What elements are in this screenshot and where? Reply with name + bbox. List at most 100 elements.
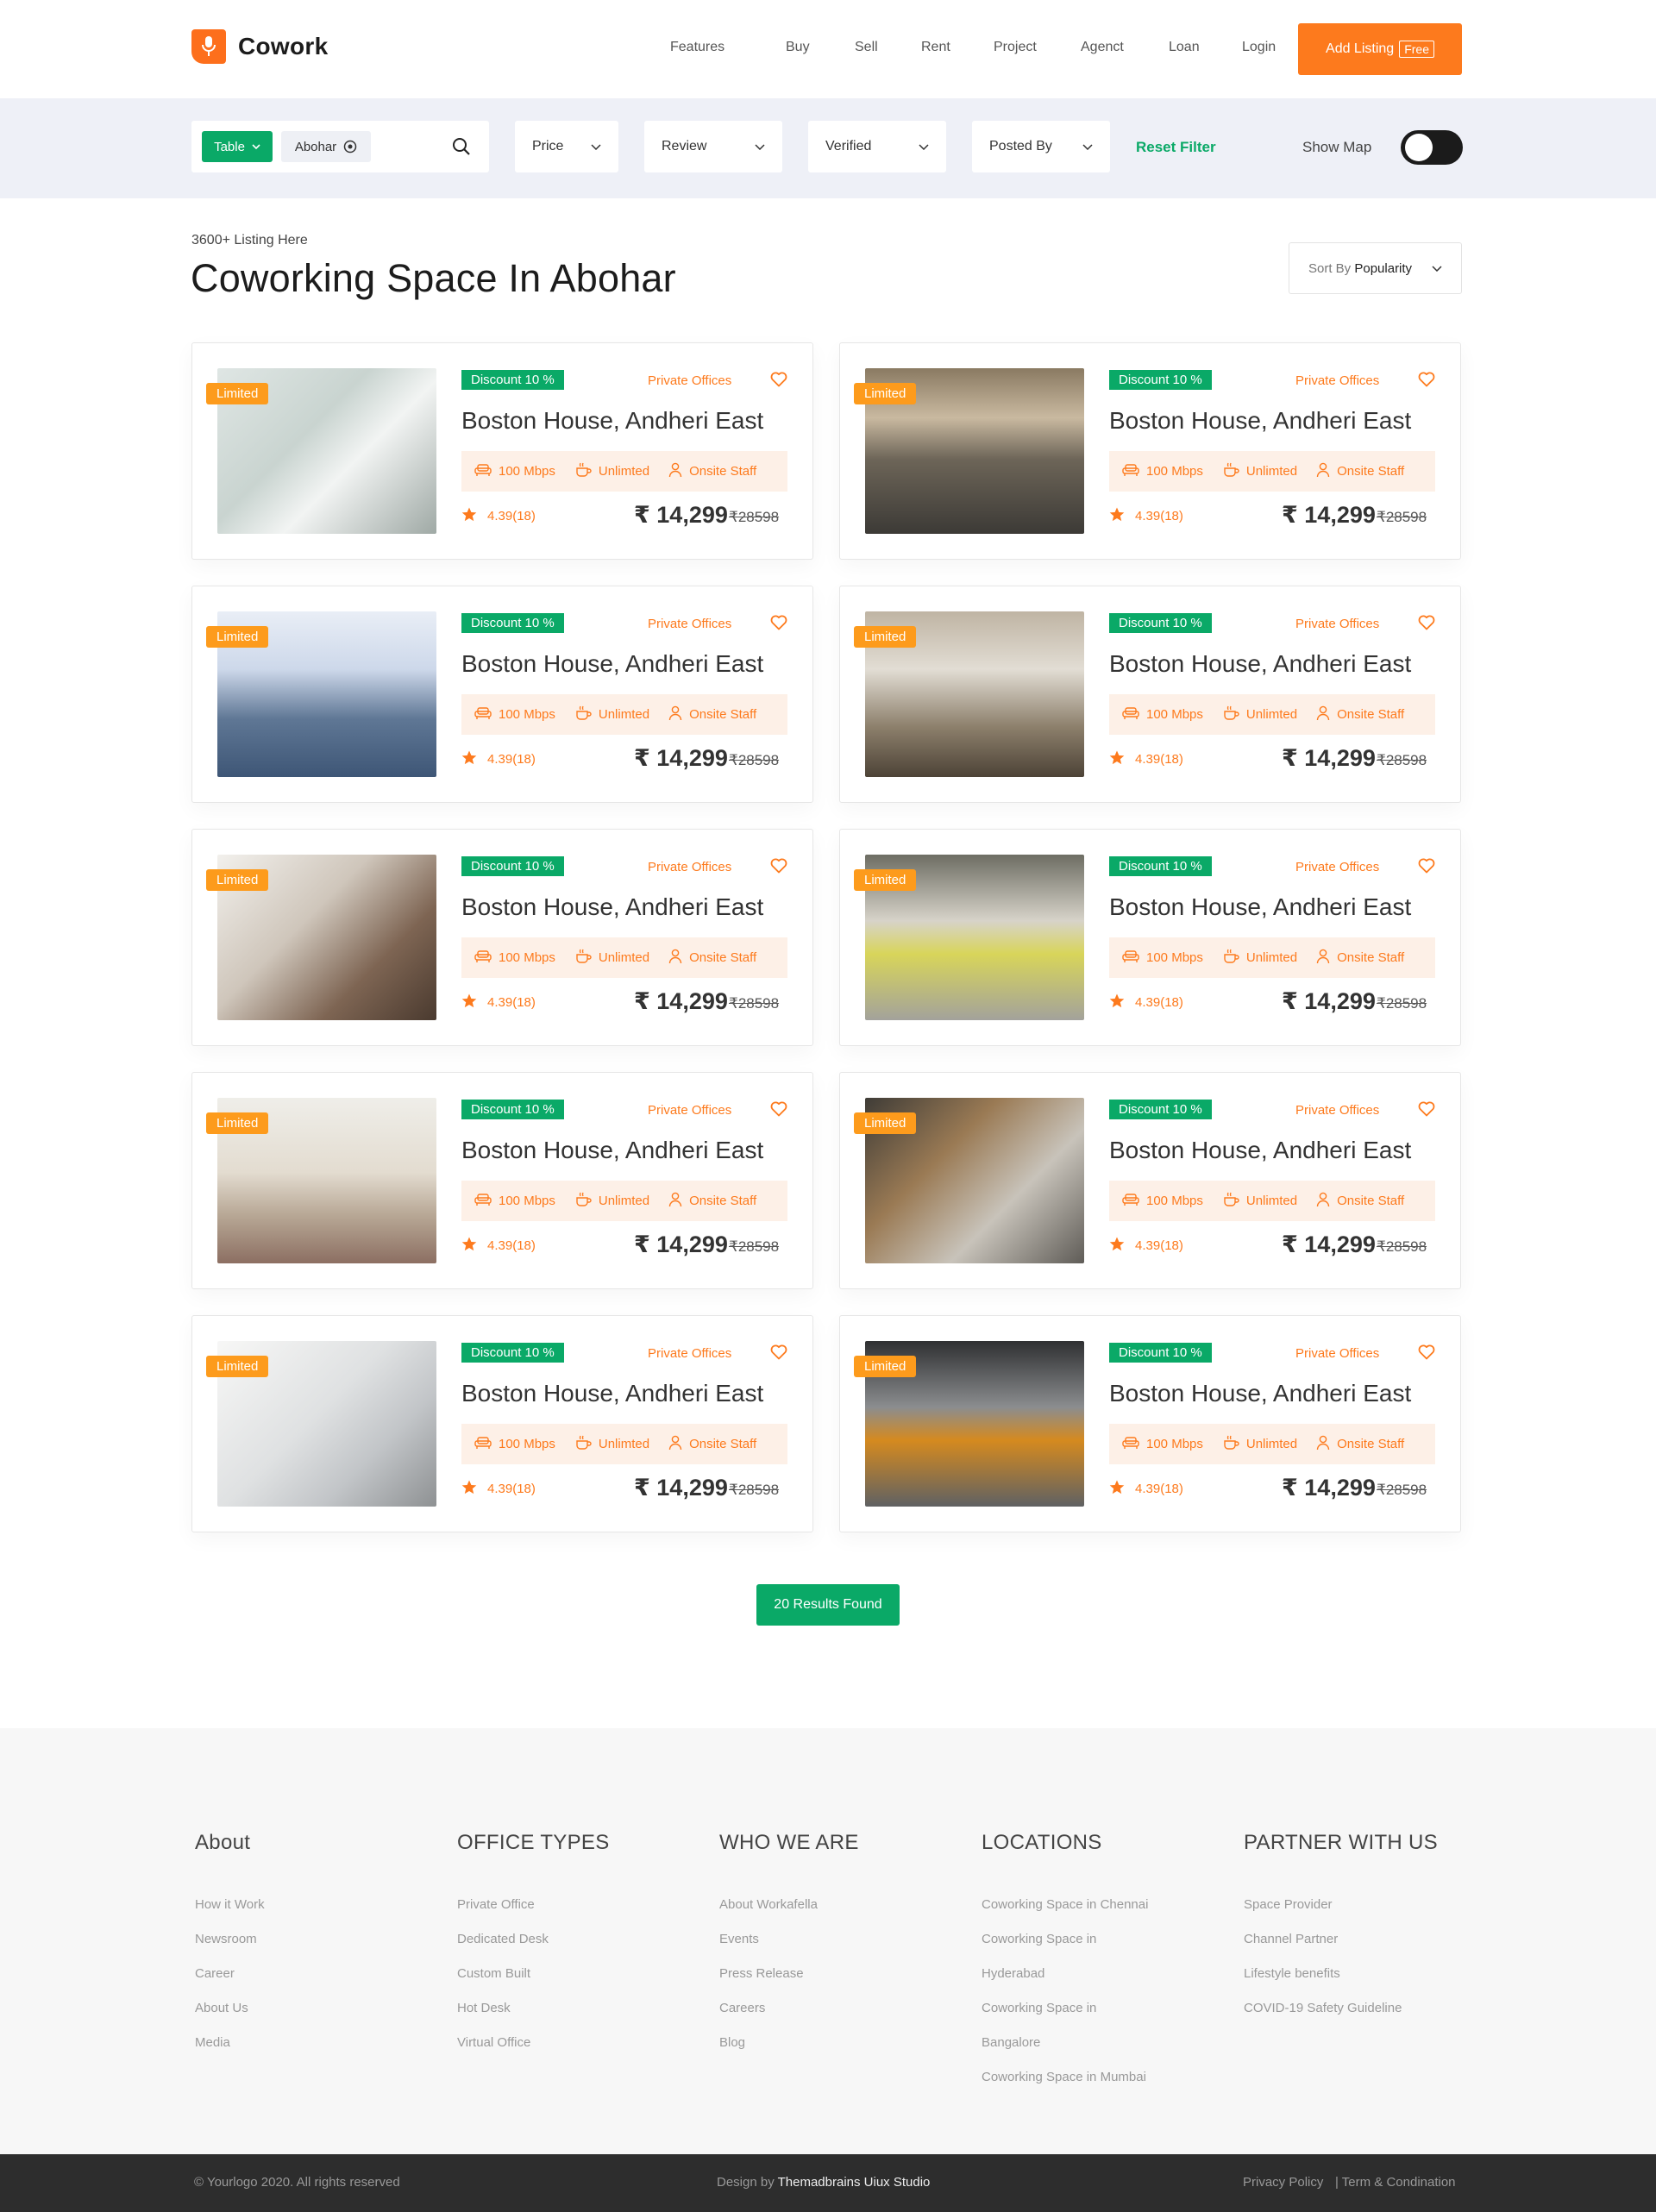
footer-link[interactable]: Coworking Space in <box>982 1931 1148 1965</box>
listing-title[interactable]: Boston House, Andheri East <box>461 893 763 921</box>
nav-project[interactable]: Project <box>994 40 1037 55</box>
verified-dropdown[interactable]: Verified <box>808 121 946 172</box>
listing-card[interactable]: Limited Discount 10 % Private Offices Bosto… <box>839 829 1461 1046</box>
footer-link[interactable]: Virtual Office <box>457 2034 610 2069</box>
nav-buy[interactable]: Buy <box>786 40 810 55</box>
privacy-policy-link[interactable]: Privacy Policy <box>1243 2175 1323 2190</box>
listing-card[interactable]: Limited Discount 10 % Private Offices Bosto… <box>191 829 813 1046</box>
listing-card[interactable]: Limited Discount 10 % Private Offices Bosto… <box>839 586 1461 803</box>
listing-card[interactable]: Limited Discount 10 % Private Offices Bosto… <box>839 342 1461 560</box>
listing-card[interactable]: Limited Discount 10 % Private Offices Bosto… <box>191 1072 813 1289</box>
footer-link[interactable]: Press Release <box>719 1965 859 2000</box>
footer-link[interactable]: Career <box>195 1965 265 2000</box>
listing-card[interactable]: Limited Discount 10 % Private Offices Bosto… <box>839 1072 1461 1289</box>
posted-by-dropdown[interactable]: Posted By <box>972 121 1110 172</box>
listing-title[interactable]: Boston House, Andheri East <box>1109 893 1411 921</box>
amenity-coffee: Unlimted <box>574 1435 649 1454</box>
heart-icon[interactable] <box>770 372 787 392</box>
heart-icon[interactable] <box>1418 615 1435 635</box>
footer-link[interactable]: Coworking Space in Mumbai <box>982 2069 1148 2103</box>
nav-login[interactable]: Login <box>1242 40 1276 55</box>
results-found-button[interactable]: 20 Results Found <box>756 1584 900 1626</box>
amenity-label: Onsite Staff <box>689 1437 757 1451</box>
show-map-toggle[interactable] <box>1401 130 1463 165</box>
heart-icon[interactable] <box>770 615 787 635</box>
brand-logo[interactable]: Cowork <box>191 29 328 64</box>
footer-link[interactable]: Blog <box>719 2034 859 2069</box>
search-icon[interactable] <box>452 137 471 156</box>
review-dropdown[interactable]: Review <box>644 121 782 172</box>
location-chip[interactable]: Abohar <box>281 131 371 162</box>
footer-link[interactable]: Lifestyle benefits <box>1244 1965 1438 2000</box>
footer-link[interactable]: Media <box>195 2034 265 2069</box>
nav-loan[interactable]: Loan <box>1169 40 1200 55</box>
nav-agenct[interactable]: Agenct <box>1081 40 1124 55</box>
listing-title[interactable]: Boston House, Andheri East <box>461 1137 763 1164</box>
listing-title[interactable]: Boston House, Andheri East <box>461 407 763 435</box>
heart-icon[interactable] <box>770 1344 787 1364</box>
remove-chip-icon[interactable] <box>343 140 357 154</box>
listing-card[interactable]: Limited Discount 10 % Private Offices Bosto… <box>191 1315 813 1532</box>
sofa-icon <box>474 706 492 724</box>
sofa-icon <box>474 1193 492 1210</box>
amenity-staff: Onsite Staff <box>1316 705 1404 724</box>
terms-link[interactable]: | Term & Condination <box>1335 2175 1456 2190</box>
footer-link[interactable]: About Workafella <box>719 1896 859 1931</box>
reset-filter-link[interactable]: Reset Filter <box>1136 139 1216 156</box>
listing-card[interactable]: Limited Discount 10 % Private Offices Bosto… <box>191 342 813 560</box>
footer-link[interactable]: Coworking Space in <box>982 2000 1148 2034</box>
footer-link[interactable]: Custom Built <box>457 1965 610 2000</box>
footer-link[interactable]: Channel Partner <box>1244 1931 1438 1965</box>
price-dropdown[interactable]: Price <box>515 121 618 172</box>
footer-link[interactable]: Hot Desk <box>457 2000 610 2034</box>
limited-badge: Limited <box>206 1356 269 1377</box>
nav-rent[interactable]: Rent <box>921 40 950 55</box>
amenity-coffee: Unlimted <box>574 949 649 968</box>
amenities-row: 100 Mbps Unlimted Onsite Staff <box>1109 937 1435 978</box>
footer-link[interactable]: Private Office <box>457 1896 610 1931</box>
listing-title[interactable]: Boston House, Andheri East <box>1109 407 1411 435</box>
coffee-icon <box>574 1435 592 1454</box>
footer-link[interactable]: Dedicated Desk <box>457 1931 610 1965</box>
footer-link[interactable]: How it Work <box>195 1896 265 1931</box>
footer-link[interactable]: Coworking Space in Chennai <box>982 1896 1148 1931</box>
heart-icon[interactable] <box>770 1101 787 1121</box>
design-credit-studio[interactable]: Themadbrains Uiux Studio <box>778 2175 931 2190</box>
heart-icon[interactable] <box>1418 372 1435 392</box>
add-listing-button[interactable]: Add Listing Free <box>1298 23 1462 75</box>
nav-features[interactable]: Features <box>670 40 724 55</box>
footer-link[interactable]: Bangalore <box>982 2034 1148 2069</box>
search-box[interactable]: Table Abohar <box>191 121 489 172</box>
heart-icon[interactable] <box>1418 858 1435 878</box>
chevron-down-icon <box>755 143 765 150</box>
listing-old-price: ₹28598 <box>1377 509 1427 525</box>
sort-dropdown[interactable]: Sort By Popularity <box>1289 242 1462 294</box>
footer-link[interactable]: Space Provider <box>1244 1896 1438 1931</box>
type-chip[interactable]: Table <box>202 131 273 162</box>
footer-link[interactable]: About Us <box>195 2000 265 2034</box>
listing-title[interactable]: Boston House, Andheri East <box>461 650 763 678</box>
heart-icon[interactable] <box>1418 1101 1435 1121</box>
footer-link[interactable]: Newsroom <box>195 1931 265 1965</box>
footer-link[interactable]: Careers <box>719 2000 859 2034</box>
heart-icon[interactable] <box>770 858 787 878</box>
amenity-label: Unlimted <box>1245 707 1298 722</box>
coffee-icon <box>1222 1435 1239 1454</box>
nav-sell[interactable]: Sell <box>855 40 878 55</box>
bottom-bar: © Yourlogo 2020. All rights reserved Des… <box>0 2154 1656 2212</box>
heart-icon[interactable] <box>1418 1344 1435 1364</box>
chevron-down-icon <box>919 143 929 150</box>
listing-title[interactable]: Boston House, Andheri East <box>461 1380 763 1407</box>
rating-value: 4.39(18) <box>487 509 536 523</box>
listing-title[interactable]: Boston House, Andheri East <box>1109 1137 1411 1164</box>
listing-title[interactable]: Boston House, Andheri East <box>1109 1380 1411 1407</box>
listing-card[interactable]: Limited Discount 10 % Private Offices Bosto… <box>191 586 813 803</box>
footer-link[interactable]: Hyderabad <box>982 1965 1148 2000</box>
footer-link[interactable]: COVID-19 Safety Guideline <box>1244 2000 1438 2034</box>
coffee-icon <box>1222 949 1239 968</box>
listing-title[interactable]: Boston House, Andheri East <box>1109 650 1411 678</box>
page-title: Coworking Space In Abohar <box>191 256 676 300</box>
footer-link[interactable]: Events <box>719 1931 859 1965</box>
design-credit-prefix: Design by <box>717 2175 775 2190</box>
listing-card[interactable]: Limited Discount 10 % Private Offices Bosto… <box>839 1315 1461 1532</box>
